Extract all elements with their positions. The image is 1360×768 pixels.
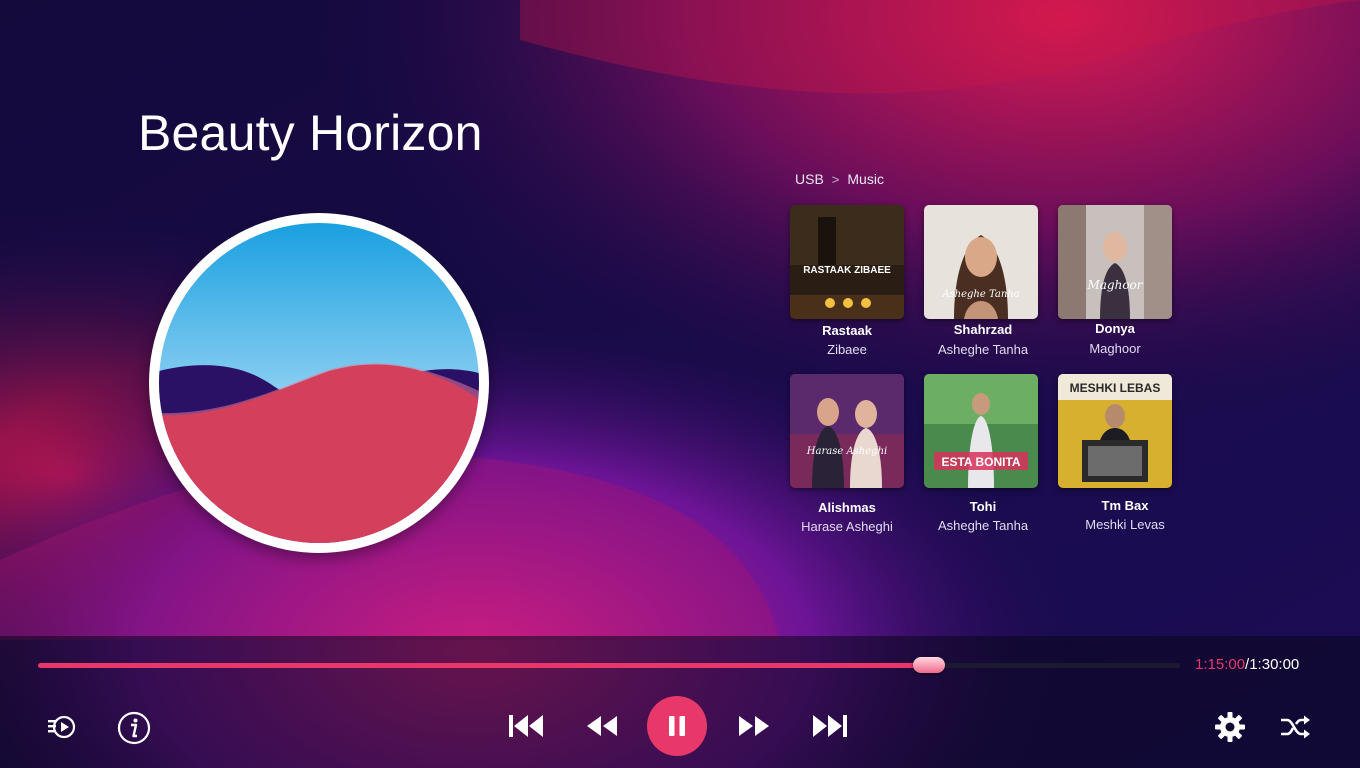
pause-icon: [669, 716, 685, 736]
progress-thumb[interactable]: [913, 657, 945, 673]
info-button[interactable]: [116, 710, 152, 746]
song-title: Beauty Horizon: [138, 105, 483, 161]
gear-icon: [1215, 712, 1245, 742]
cover-text: ESTA BONITA: [941, 455, 1020, 469]
playlist-button[interactable]: [44, 710, 78, 744]
pause-button[interactable]: [647, 696, 707, 756]
album-title[interactable]: Rastaak: [772, 323, 922, 338]
shuffle-button[interactable]: [1278, 712, 1312, 742]
album-cover[interactable]: RASTAAK ZIBAEE: [790, 205, 904, 319]
album-subtitle: Maghoor: [1089, 341, 1141, 356]
time-display: 1:15:00/1:30:00: [1195, 656, 1299, 673]
album-cover[interactable]: Asheghe Tanha: [924, 205, 1038, 319]
current-time: 1:15:00: [1195, 656, 1246, 673]
playlist-icon: [48, 715, 76, 739]
next-track-button[interactable]: [810, 710, 850, 742]
album-title[interactable]: Tm Bax: [1050, 498, 1200, 513]
info-icon: [117, 711, 151, 745]
skip-previous-icon: [509, 715, 543, 737]
previous-track-button[interactable]: [506, 710, 546, 742]
breadcrumb-current: Music: [847, 171, 884, 187]
cover-text: RASTAAK ZIBAEE: [803, 265, 891, 276]
breadcrumb: USB > Music: [795, 171, 884, 187]
fast-forward-icon: [739, 716, 769, 736]
shuffle-icon: [1281, 715, 1310, 739]
album-subtitle: Harase Asheghi: [801, 519, 893, 534]
cover-text: Harase Asheghi: [806, 446, 887, 457]
fast-forward-button[interactable]: [736, 712, 772, 740]
album-art: [149, 213, 489, 553]
album-cover[interactable]: ESTA BONITA: [924, 374, 1038, 488]
album-cover[interactable]: Harase Asheghi: [790, 374, 904, 488]
album-title[interactable]: Shahrzad: [908, 322, 1058, 337]
album-subtitle: Meshki Levas: [1085, 517, 1165, 532]
breadcrumb-root[interactable]: USB: [795, 171, 824, 187]
album-subtitle: Asheghe Tanha: [937, 342, 1029, 357]
skip-next-icon: [813, 715, 847, 737]
cover-text: Asheghe Tanha: [941, 289, 1019, 300]
settings-button[interactable]: [1213, 710, 1247, 744]
breadcrumb-separator: >: [831, 171, 840, 187]
cover-text: Maghoor: [1086, 278, 1143, 292]
album-title[interactable]: Donya: [1040, 321, 1190, 336]
rewind-button[interactable]: [584, 712, 620, 740]
rewind-icon: [587, 716, 617, 736]
album-cover[interactable]: Maghoor: [1058, 205, 1172, 319]
album-title[interactable]: Alishmas: [772, 500, 922, 515]
cover-text: MESHKI LEBAS: [1070, 381, 1161, 395]
total-time: 1:30:00: [1249, 656, 1300, 673]
album-title[interactable]: Tohi: [908, 499, 1058, 514]
album-subtitle: Asheghe Tanha: [937, 518, 1029, 533]
progress-fill: [38, 663, 929, 668]
album-cover[interactable]: MESHKI LEBAS: [1058, 374, 1172, 488]
album-subtitle: Zibaee: [827, 342, 867, 357]
